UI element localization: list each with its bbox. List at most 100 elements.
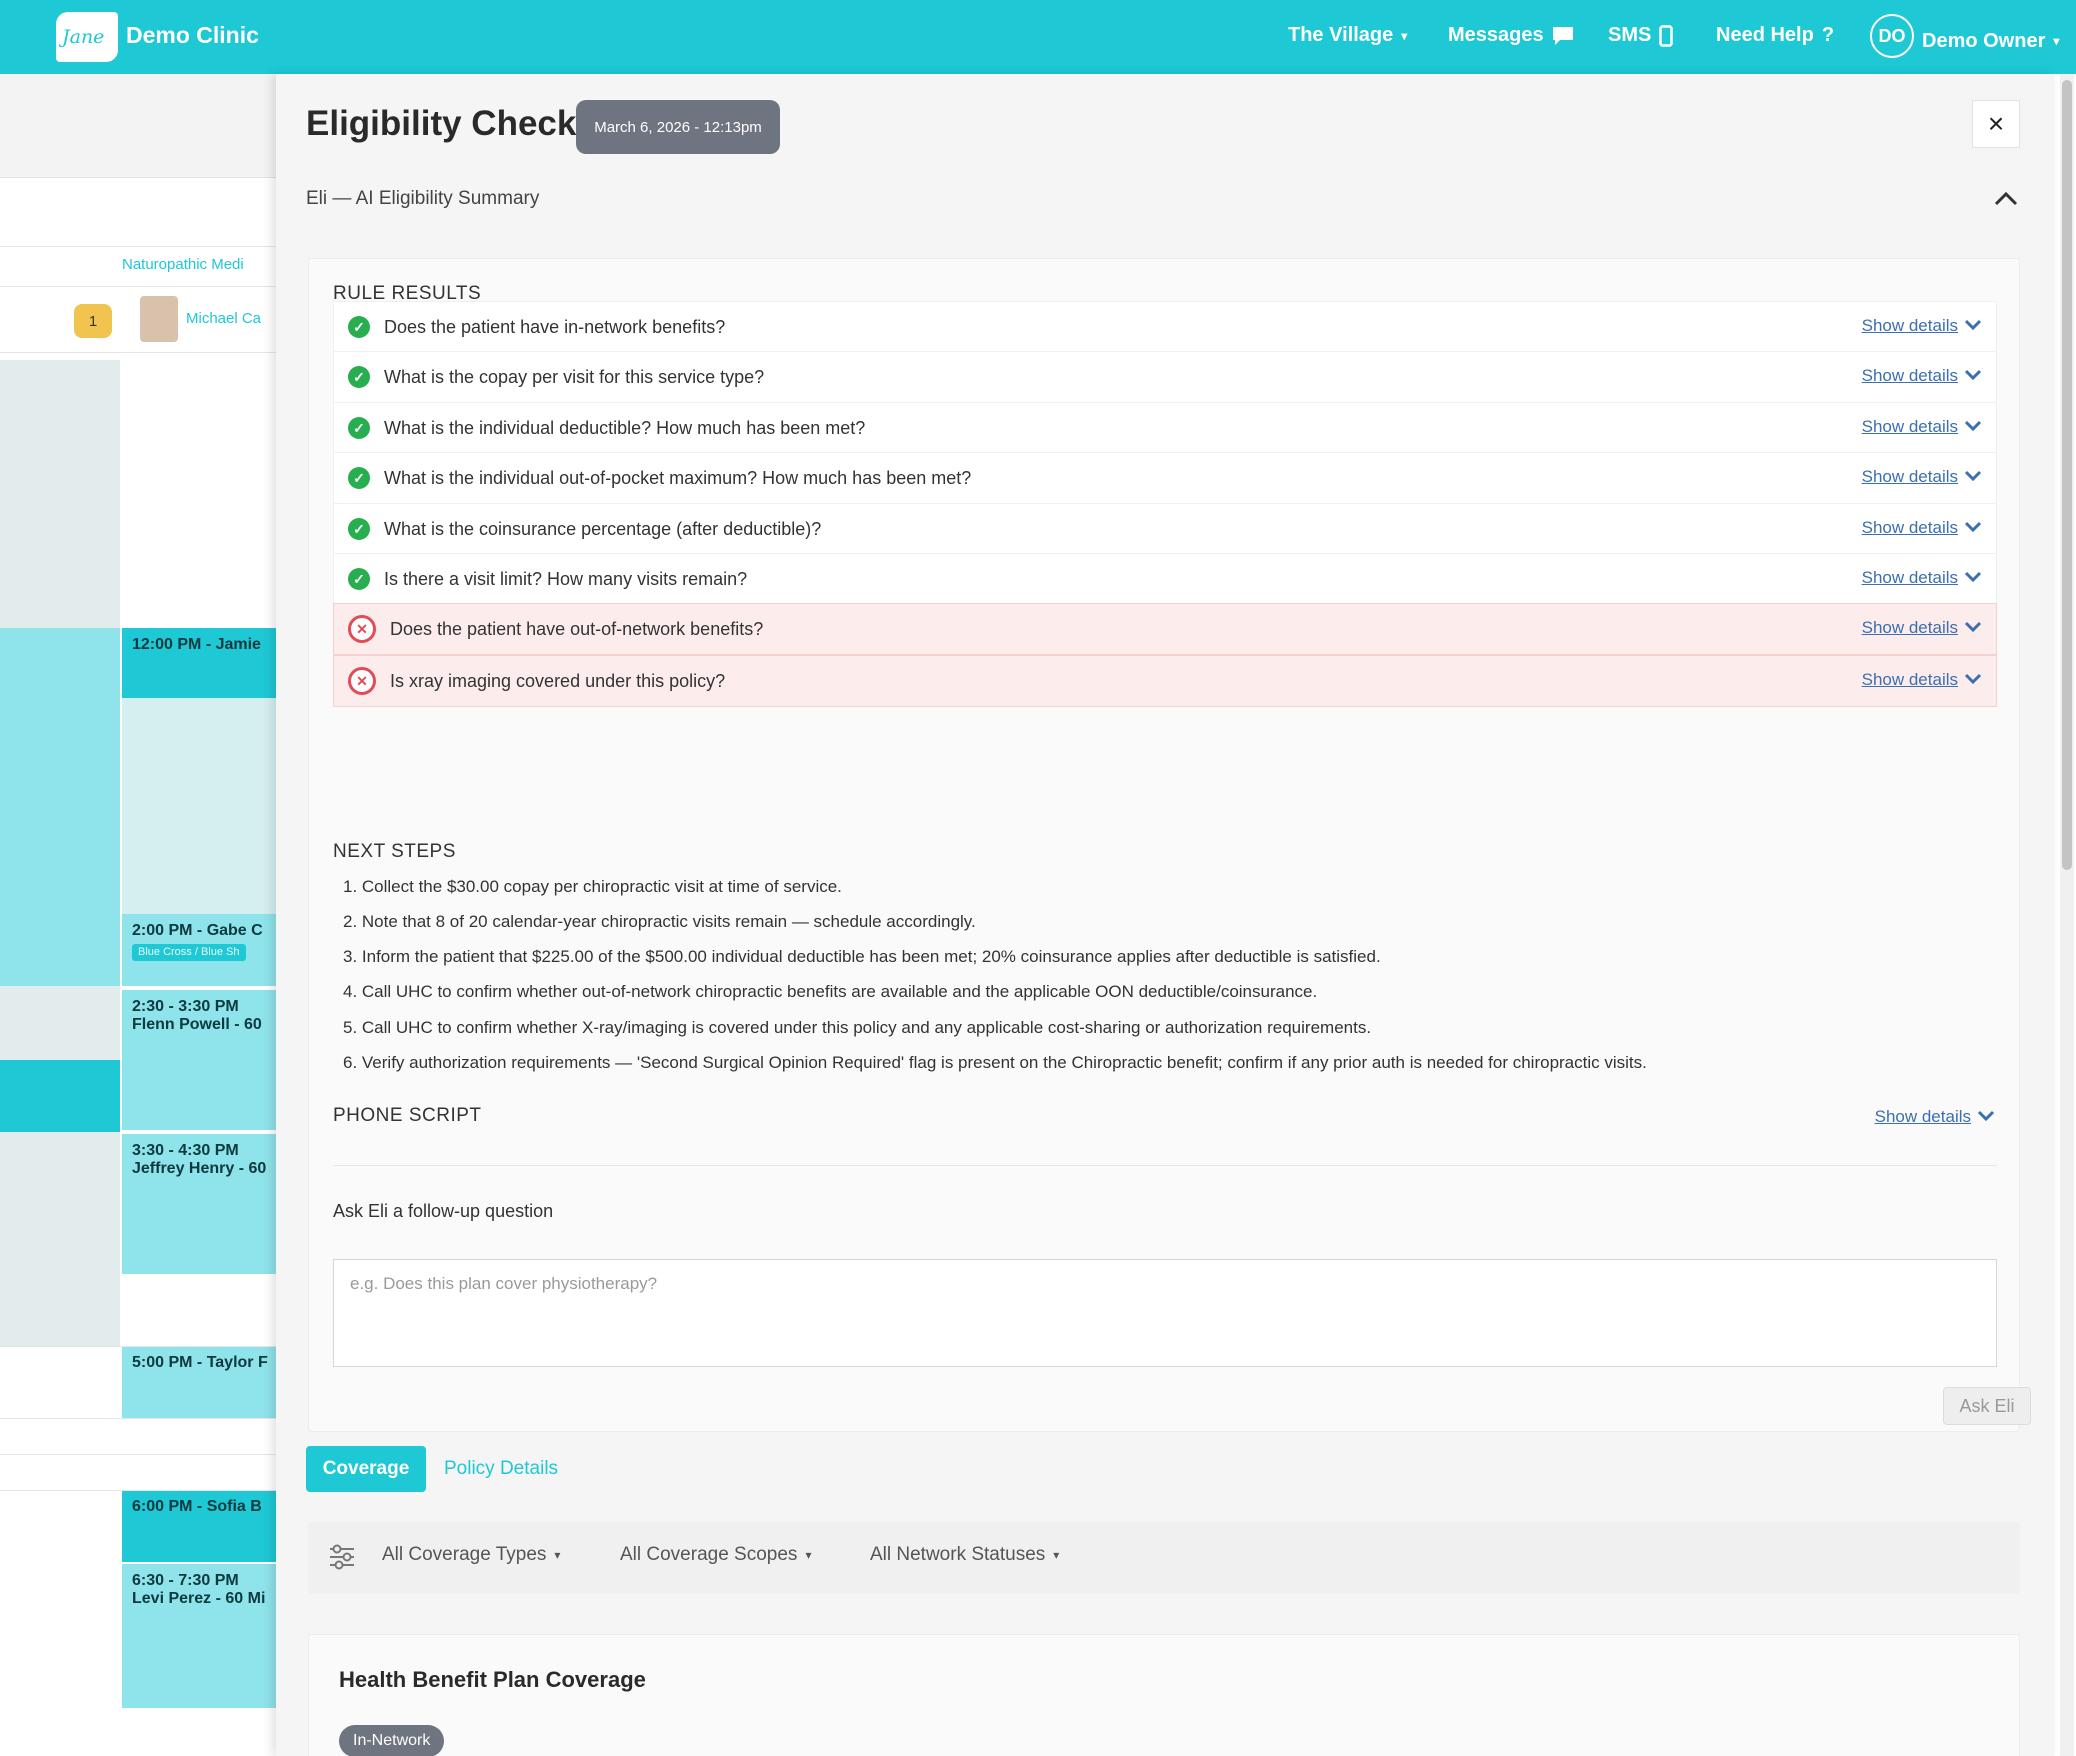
divider xyxy=(0,1346,276,1347)
show-details-link[interactable]: Show details xyxy=(1862,417,1982,437)
eli-summary-card: RULE RESULTS ✓ Does the patient have in-n… xyxy=(308,258,2031,1432)
divider xyxy=(0,1454,276,1455)
show-details-link[interactable]: Show details xyxy=(1862,670,1982,690)
appointment-block[interactable]: 3:30 - 4:30 PM Jeffrey Henry - 60 xyxy=(122,1134,276,1274)
nav-messages[interactable]: Messages xyxy=(1448,24,1574,47)
show-details-label: Show details xyxy=(1874,1107,1971,1126)
network-status-badge: In-Network xyxy=(339,1725,445,1756)
close-button[interactable]: × xyxy=(1972,100,2020,148)
calendar-slot[interactable] xyxy=(122,698,276,914)
chevron-down-icon xyxy=(1977,1109,1995,1125)
show-details-label: Show details xyxy=(1861,568,1958,587)
show-details-label: Show details xyxy=(1861,467,1958,486)
calendar-gutter xyxy=(0,986,120,1060)
show-details-link[interactable]: Show details xyxy=(1862,568,1982,588)
appointment-patient: Flenn Powell - 60 xyxy=(132,1016,262,1034)
nav-need-help[interactable]: Need Help ? xyxy=(1716,24,1834,47)
next-step-item: 2. Note that 8 of 20 calendar-year chiro… xyxy=(343,912,976,931)
nav-village-label: The Village xyxy=(1288,24,1394,46)
check-circle-icon: ✓ xyxy=(348,467,370,489)
nav-sms[interactable]: SMS xyxy=(1608,24,1674,47)
appointment-block[interactable]: 5:00 PM - Taylor F xyxy=(122,1346,276,1418)
network-status-dropdown[interactable]: All Network Statuses ▾ xyxy=(870,1544,1059,1566)
phone-script-show-details[interactable]: Show details xyxy=(1875,1107,1995,1127)
phone-script-heading: PHONE SCRIPT xyxy=(333,1105,482,1126)
check-circle-icon: ✓ xyxy=(348,366,370,388)
nav-the-village[interactable]: The Village ▾ xyxy=(1288,24,1407,47)
next-step-item: 6. Verify authorization requirements — '… xyxy=(343,1053,1647,1072)
chevron-down-icon xyxy=(1964,469,1982,485)
followup-question-input[interactable] xyxy=(333,1259,1997,1367)
coverage-scopes-dropdown[interactable]: All Coverage Scopes ▾ xyxy=(620,1544,811,1566)
appointment-time: 5:00 PM - Taylor F xyxy=(132,1354,268,1371)
logo-text: Jane xyxy=(62,26,105,48)
nav-help-label: Need Help xyxy=(1716,24,1814,46)
rule-result-row: ✓ What is the individual deductible? How … xyxy=(333,402,1997,454)
rule-question: What is the individual out-of-pocket max… xyxy=(384,467,972,488)
show-details-link[interactable]: Show details xyxy=(1862,316,1982,336)
practitioner-name[interactable]: Michael Ca xyxy=(186,310,261,327)
caret-down-icon: ▾ xyxy=(1053,1548,1060,1562)
chevron-down-icon xyxy=(1964,368,1982,384)
show-details-link[interactable]: Show details xyxy=(1862,366,1982,386)
top-navbar: Jane Demo Clinic The Village ▾ Messages … xyxy=(0,0,2076,74)
appointment-count-badge[interactable]: 1 xyxy=(74,304,112,338)
appointment-block[interactable]: 12:00 PM - Jamie xyxy=(122,628,276,698)
followup-question-label: Ask Eli a follow-up question xyxy=(333,1201,554,1221)
appointment-block[interactable]: 6:30 - 7:30 PM Levi Perez - 60 Mi xyxy=(122,1564,276,1708)
next-step-item: 1. Collect the $30.00 copay per chiropra… xyxy=(343,877,842,896)
divider xyxy=(0,1490,276,1491)
show-details-link[interactable]: Show details xyxy=(1862,518,1982,538)
tab-policy-details[interactable]: Policy Details xyxy=(444,1458,558,1480)
jane-logo[interactable]: Jane xyxy=(56,12,118,62)
chevron-down-icon xyxy=(1964,570,1982,586)
rule-result-row: ✕ Is xray imaging covered under this poli… xyxy=(333,655,1997,707)
show-details-link[interactable]: Show details xyxy=(1862,618,1982,638)
calendar-gutter-booked xyxy=(0,1060,120,1132)
nav-sms-label: SMS xyxy=(1608,24,1652,46)
show-details-label: Show details xyxy=(1861,518,1958,537)
rule-result-row: ✓ What is the individual out-of-pocket ma… xyxy=(333,452,1997,504)
nav-user-menu[interactable]: DO Demo Owner ▾ xyxy=(1870,14,2059,58)
appointment-block[interactable]: 6:00 PM - Sofia B xyxy=(122,1490,276,1562)
coverage-types-label: All Coverage Types xyxy=(382,1544,547,1565)
divider xyxy=(0,1418,276,1419)
show-details-label: Show details xyxy=(1861,417,1958,436)
eligibility-check-panel: Eligibility Check March 6, 2026 - 12:13p… xyxy=(276,74,2054,1756)
caret-down-icon: ▾ xyxy=(554,1548,561,1562)
calendar-gutter xyxy=(0,1132,120,1346)
coverage-types-dropdown[interactable]: All Coverage Types ▾ xyxy=(382,1544,560,1566)
user-name: Demo Owner xyxy=(1922,29,2046,52)
calendar-column-header: Naturopathic Medi xyxy=(122,256,244,273)
rule-result-row: ✓ What is the coinsurance percentage (aft… xyxy=(333,503,1997,555)
filter-sliders-icon[interactable] xyxy=(328,1544,356,1570)
show-details-label: Show details xyxy=(1861,670,1958,689)
appointment-block[interactable]: 2:30 - 3:30 PM Flenn Powell - 60 xyxy=(122,990,276,1130)
calendar-gutter-booked xyxy=(0,914,120,986)
modal-scrollbar-thumb[interactable] xyxy=(2062,80,2072,870)
x-circle-icon: ✕ xyxy=(348,667,376,695)
plan-coverage-title: Health Benefit Plan Coverage xyxy=(339,1667,646,1692)
divider xyxy=(0,246,276,247)
mobile-phone-icon xyxy=(1659,24,1674,47)
chevron-down-icon xyxy=(1964,620,1982,636)
plan-coverage-card: Health Benefit Plan Coverage In-Network xyxy=(308,1634,2020,1756)
ask-eli-button[interactable]: Ask Eli xyxy=(1943,1387,2031,1425)
tab-coverage[interactable]: Coverage xyxy=(306,1446,426,1492)
appointment-block[interactable]: 2:00 PM - Gabe C Blue Cross / Blue Sh xyxy=(122,914,276,986)
clinic-name[interactable]: Demo Clinic xyxy=(126,22,259,49)
check-circle-icon: ✓ xyxy=(348,568,370,590)
appointment-patient: Levi Perez - 60 Mi xyxy=(132,1590,266,1608)
divider xyxy=(333,1165,1997,1166)
chevron-up-icon[interactable] xyxy=(1994,182,2018,213)
show-details-label: Show details xyxy=(1861,618,1958,637)
next-step-item: 3. Inform the patient that $225.00 of th… xyxy=(343,947,1381,966)
show-details-label: Show details xyxy=(1861,316,1958,335)
next-step-item: 4. Call UHC to confirm whether out-of-ne… xyxy=(343,982,1318,1001)
appointment-patient: Jeffrey Henry - 60 xyxy=(132,1160,267,1178)
eli-summary-header[interactable]: Eli — AI Eligibility Summary xyxy=(306,188,539,210)
caret-down-icon: ▾ xyxy=(805,1548,812,1562)
appointment-time: 3:30 - 4:30 PM xyxy=(132,1142,239,1159)
insurance-tag: Blue Cross / Blue Sh xyxy=(132,944,246,962)
show-details-link[interactable]: Show details xyxy=(1862,467,1982,487)
